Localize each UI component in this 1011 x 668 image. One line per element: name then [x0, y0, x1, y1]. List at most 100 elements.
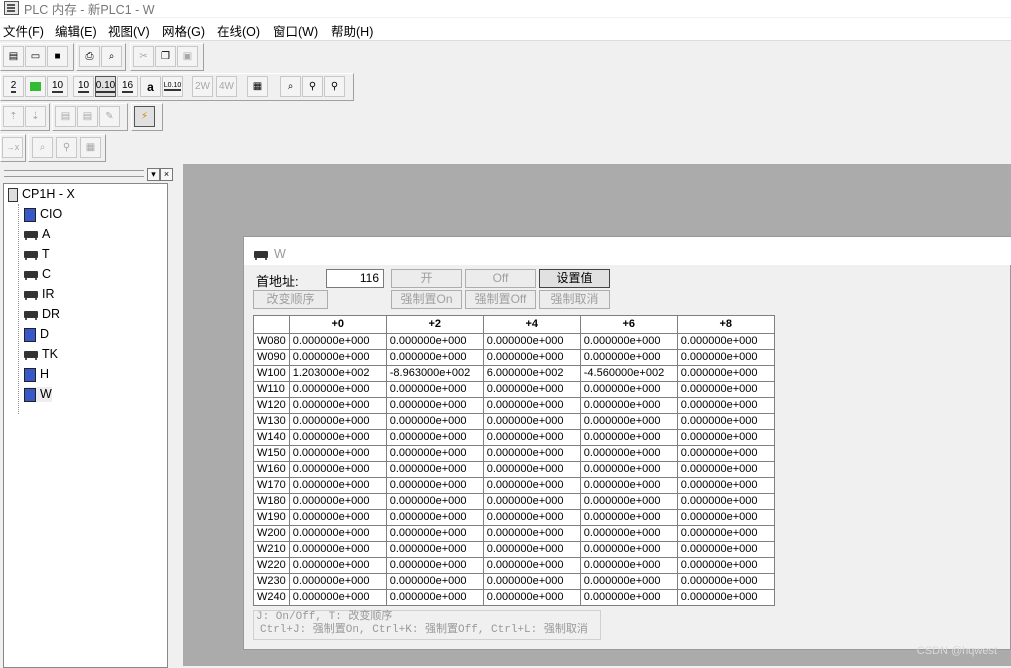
- table-cell[interactable]: 0.000000e+000: [385, 397, 484, 414]
- table-cell[interactable]: 0.000000e+000: [288, 349, 387, 366]
- table-cell[interactable]: 0.000000e+000: [676, 397, 775, 414]
- word-2-button[interactable]: 2W: [192, 76, 213, 97]
- table-cell[interactable]: 0.000000e+000: [676, 573, 775, 590]
- zoom-in-icon[interactable]: ⚲: [302, 76, 323, 97]
- clear-icon[interactable]: ▤: [77, 106, 98, 127]
- tree-panel-menu-icon[interactable]: ▾: [147, 168, 160, 181]
- table-cell[interactable]: 0.000000e+000: [676, 429, 775, 446]
- table-cell[interactable]: 0.000000e+000: [288, 397, 387, 414]
- table-cell[interactable]: 0.000000e+000: [676, 365, 775, 382]
- table-cell[interactable]: 0.000000e+000: [579, 349, 678, 366]
- table-cell[interactable]: 0.000000e+000: [579, 461, 678, 478]
- table-cell[interactable]: 0.000000e+000: [579, 429, 678, 446]
- memory-window-titlebar[interactable]: W: [244, 237, 1011, 265]
- save-icon[interactable]: ■: [47, 46, 68, 67]
- table-cell[interactable]: -4.560000e+002: [579, 365, 678, 382]
- table-cell[interactable]: 0.000000e+000: [482, 445, 581, 462]
- address-find-icon[interactable]: ⌕: [32, 137, 53, 158]
- format-bcd-icon[interactable]: [25, 76, 46, 97]
- table-cell[interactable]: 6.000000e+002: [482, 365, 581, 382]
- table-cell[interactable]: 0.000000e+000: [385, 349, 484, 366]
- table-cell[interactable]: 0.000000e+000: [288, 461, 387, 478]
- table-cell[interactable]: 0.000000e+000: [288, 429, 387, 446]
- table-cell[interactable]: 0.000000e+000: [482, 493, 581, 510]
- table-cell[interactable]: 0.000000e+000: [676, 333, 775, 350]
- table-cell[interactable]: 0.000000e+000: [482, 573, 581, 590]
- table-cell[interactable]: 0.000000e+000: [482, 509, 581, 526]
- format-binary-button[interactable]: 2: [3, 76, 24, 97]
- force-set-icon[interactable]: →x: [2, 137, 23, 158]
- tree-root[interactable]: CP1H - X: [8, 187, 75, 202]
- tree-item-w[interactable]: W: [24, 387, 52, 402]
- menu-window[interactable]: 窗口(W): [273, 21, 318, 40]
- format-double-button[interactable]: L0.10: [162, 76, 183, 97]
- table-cell[interactable]: 0.000000e+000: [579, 477, 678, 494]
- table-cell[interactable]: -8.963000e+002: [385, 365, 484, 382]
- force-off-button[interactable]: 强制置Off: [465, 290, 536, 309]
- table-cell[interactable]: 0.000000e+000: [676, 445, 775, 462]
- table-cell[interactable]: 0.000000e+000: [482, 541, 581, 558]
- table-cell[interactable]: 0.000000e+000: [579, 589, 678, 606]
- off-button[interactable]: Off: [465, 269, 536, 288]
- table-cell[interactable]: 0.000000e+000: [385, 493, 484, 510]
- table-cell[interactable]: 0.000000e+000: [482, 349, 581, 366]
- table-cell[interactable]: 0.000000e+000: [676, 493, 775, 510]
- table-cell[interactable]: 0.000000e+000: [385, 509, 484, 526]
- cut-icon[interactable]: ✂: [133, 46, 154, 67]
- tree-item-ir[interactable]: IR: [24, 287, 55, 301]
- table-cell[interactable]: 0.000000e+000: [676, 413, 775, 430]
- monitor-lightning-icon[interactable]: ⚡: [134, 106, 155, 127]
- set-value-button[interactable]: 设置值: [539, 269, 610, 288]
- table-cell[interactable]: 0.000000e+000: [385, 381, 484, 398]
- tree-item-t[interactable]: T: [24, 247, 50, 261]
- table-cell[interactable]: 0.000000e+000: [676, 557, 775, 574]
- change-order-button[interactable]: 改变顺序: [253, 290, 328, 309]
- tree-item-dr[interactable]: DR: [24, 307, 60, 321]
- table-cell[interactable]: 0.000000e+000: [579, 397, 678, 414]
- word-4-button[interactable]: 4W: [216, 76, 237, 97]
- table-cell[interactable]: 0.000000e+000: [482, 557, 581, 574]
- table-cell[interactable]: 0.000000e+000: [482, 525, 581, 542]
- online-edit-icon[interactable]: ✎: [99, 106, 120, 127]
- table-cell[interactable]: 0.000000e+000: [385, 477, 484, 494]
- tree-panel-grip[interactable]: [4, 170, 144, 177]
- tree-panel-close-icon[interactable]: ×: [160, 168, 173, 181]
- table-cell[interactable]: 0.000000e+000: [385, 557, 484, 574]
- table-cell[interactable]: 0.000000e+000: [288, 493, 387, 510]
- table-cell[interactable]: 0.000000e+000: [579, 557, 678, 574]
- table-cell[interactable]: 0.000000e+000: [288, 445, 387, 462]
- table-cell[interactable]: 0.000000e+000: [482, 381, 581, 398]
- menu-grid[interactable]: 网格(G): [162, 21, 205, 40]
- table-cell[interactable]: 0.000000e+000: [579, 493, 678, 510]
- table-cell[interactable]: 0.000000e+000: [288, 557, 387, 574]
- table-cell[interactable]: 0.000000e+000: [579, 573, 678, 590]
- zoom-small-icon[interactable]: ⌕: [280, 76, 301, 97]
- on-button[interactable]: 开: [391, 269, 462, 288]
- menu-file[interactable]: 文件(F): [3, 21, 44, 40]
- table-cell[interactable]: 0.000000e+000: [482, 461, 581, 478]
- tree-item-a[interactable]: A: [24, 227, 50, 241]
- new-project-icon[interactable]: ▤: [3, 46, 24, 67]
- format-ascii-button[interactable]: a: [140, 76, 161, 97]
- table-cell[interactable]: 0.000000e+000: [385, 461, 484, 478]
- copy-icon[interactable]: ❐: [155, 46, 176, 67]
- tree-item-tk[interactable]: TK: [24, 347, 58, 361]
- table-cell[interactable]: 0.000000e+000: [288, 525, 387, 542]
- table-cell[interactable]: 0.000000e+000: [676, 589, 775, 606]
- table-cell[interactable]: 0.000000e+000: [676, 477, 775, 494]
- table-cell[interactable]: 0.000000e+000: [288, 573, 387, 590]
- table-cell[interactable]: 0.000000e+000: [385, 541, 484, 558]
- table-cell[interactable]: 0.000000e+000: [482, 397, 581, 414]
- table-cell[interactable]: 1.203000e+002: [288, 365, 387, 382]
- table-cell[interactable]: 0.000000e+000: [676, 509, 775, 526]
- table-cell[interactable]: 0.000000e+000: [482, 413, 581, 430]
- table-cell[interactable]: 0.000000e+000: [385, 429, 484, 446]
- table-cell[interactable]: 0.000000e+000: [385, 445, 484, 462]
- table-cell[interactable]: 0.000000e+000: [482, 477, 581, 494]
- table-cell[interactable]: 0.000000e+000: [385, 413, 484, 430]
- table-cell[interactable]: 0.000000e+000: [288, 477, 387, 494]
- table-cell[interactable]: 0.000000e+000: [385, 573, 484, 590]
- zoom-out-icon[interactable]: ⚲: [324, 76, 345, 97]
- table-cell[interactable]: 0.000000e+000: [579, 333, 678, 350]
- table-cell[interactable]: 0.000000e+000: [288, 541, 387, 558]
